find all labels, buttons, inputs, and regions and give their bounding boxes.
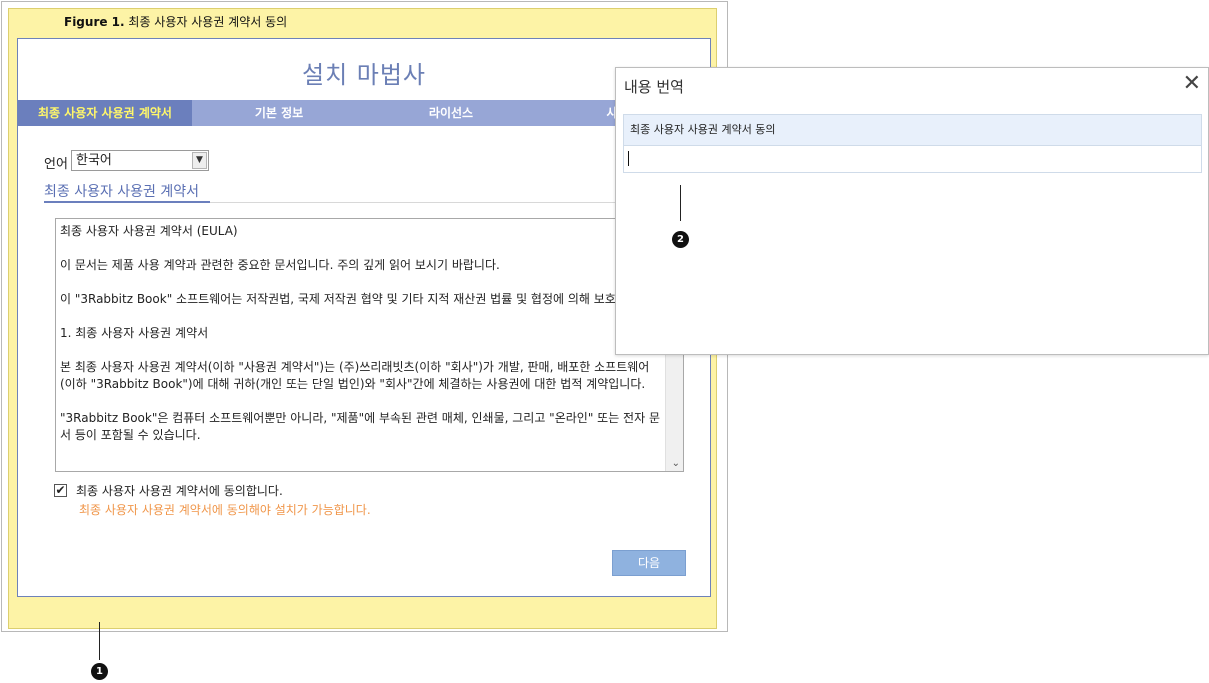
callout-badge-1: 1 (91, 663, 108, 680)
wizard-tabbar: 최종 사용자 사용권 계약서 기본 정보 라이선스 사용자 (18, 100, 710, 126)
tab-license[interactable]: 라이선스 (366, 100, 536, 126)
language-value: 한국어 (76, 153, 112, 168)
callout-leader-2 (680, 185, 681, 221)
next-button[interactable]: 다음 (612, 550, 686, 576)
agree-warning: 최종 사용자 사용권 계약서에 동의해야 설치가 가능합니다. (79, 503, 371, 517)
tab-basic-info[interactable]: 기본 정보 (192, 100, 366, 126)
figure-caption-text: 최종 사용자 사용권 계약서 동의 (124, 15, 288, 29)
agree-label[interactable]: 최종 사용자 사용권 계약서에 동의합니다. (76, 482, 283, 499)
text-caret (628, 151, 629, 166)
language-select[interactable]: 한국어 ▼ (71, 150, 209, 171)
dialog-title: 내용 번역 (624, 78, 684, 96)
translation-input[interactable] (623, 146, 1202, 173)
eula-text-area[interactable]: 최종 사용자 사용권 계약서 (EULA) 이 문서는 제품 사용 계약과 관련… (55, 218, 684, 472)
language-label: 언어 (44, 157, 68, 172)
figure-caption-prefix: Figure 1. (64, 15, 125, 29)
chevron-down-icon[interactable]: ▼ (192, 152, 207, 169)
eula-paragraph: "3Rabbitz Book"은 컴퓨터 소프트웨어뿐만 아니라, "제품"에 … (60, 411, 660, 442)
close-icon[interactable]: ✕ (1183, 71, 1201, 97)
eula-paragraph: 본 최종 사용자 사용권 계약서(이하 "사용권 계약서")는 (주)쓰리래빗츠… (60, 360, 650, 391)
eula-paragraph: 이 "3Rabbitz Book" 소프트웨어는 저작권법, 국제 저작권 협약… (60, 292, 653, 306)
install-wizard-window: 설치 마법사 최종 사용자 사용권 계약서 기본 정보 라이선스 사용자 언어 … (17, 38, 711, 597)
eula-paragraph: 최종 사용자 사용권 계약서 (EULA) (60, 224, 238, 238)
section-underline (44, 201, 210, 203)
divider (210, 202, 680, 203)
tab-eula[interactable]: 최종 사용자 사용권 계약서 (18, 100, 192, 126)
callout-leader-1 (99, 622, 100, 660)
agree-checkbox[interactable]: ✔ (54, 484, 67, 497)
figure-caption: Figure 1. 최종 사용자 사용권 계약서 동의 (64, 13, 287, 30)
callout-badge-2: 2 (672, 231, 689, 248)
translation-dialog: 내용 번역 ✕ 최종 사용자 사용권 계약서 동의 (615, 67, 1209, 355)
eula-paragraph: 1. 최종 사용자 사용권 계약서 (60, 326, 209, 340)
wizard-title: 설치 마법사 (301, 61, 427, 89)
eula-paragraph: 이 문서는 제품 사용 계약과 관련한 중요한 문서입니다. 주의 깊게 읽어 … (60, 258, 500, 272)
section-heading: 최종 사용자 사용권 계약서 (44, 184, 200, 200)
eula-content: 최종 사용자 사용권 계약서 (EULA) 이 문서는 제품 사용 계약과 관련… (60, 223, 662, 461)
source-text-field: 최종 사용자 사용권 계약서 동의 (623, 114, 1202, 146)
scroll-down-icon[interactable]: ⌄ (672, 458, 680, 469)
